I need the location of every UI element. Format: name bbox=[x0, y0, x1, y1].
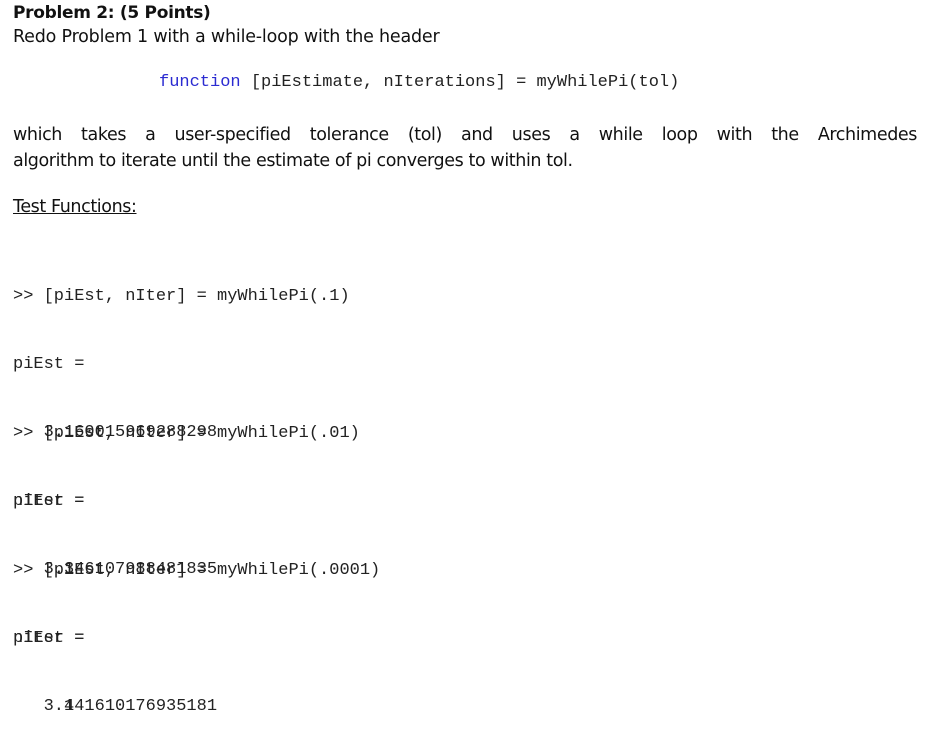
test-functions-heading: Test Functions: bbox=[13, 197, 137, 217]
pi-estimate-value: 3.141610176935181 bbox=[13, 697, 218, 717]
description-line-2: algorithm to iterate until the estimate … bbox=[13, 151, 573, 171]
test-block: >> [piEst, nIter] = myWhilePi(.0001) piE… bbox=[13, 514, 380, 742]
command-line: >> [piEst, nIter] = myWhilePi(.1) bbox=[13, 286, 350, 306]
function-signature: [piEstimate, nIterations] = myWhilePi(to… bbox=[240, 73, 680, 92]
command-line: >> [piEst, nIter] = myWhilePi(.0001) bbox=[13, 560, 381, 580]
command-line: >> [piEst, nIter] = myWhilePi(.01) bbox=[13, 423, 360, 443]
problem-subtitle: Redo Problem 1 with a while-loop with th… bbox=[13, 27, 440, 47]
pi-estimate-label: piEst = bbox=[13, 491, 85, 511]
function-keyword: function bbox=[159, 73, 241, 92]
function-header-code: function [piEstimate, nIterations] = myW… bbox=[159, 73, 679, 92]
problem-description: which takes a user-specified tolerance (… bbox=[13, 122, 917, 174]
description-line-1: which takes a user-specified tolerance (… bbox=[13, 125, 917, 145]
problem-title: Problem 2: (5 Points) bbox=[13, 3, 211, 23]
pi-estimate-label: piEst = bbox=[13, 354, 85, 374]
pi-estimate-label: piEst = bbox=[13, 628, 85, 648]
